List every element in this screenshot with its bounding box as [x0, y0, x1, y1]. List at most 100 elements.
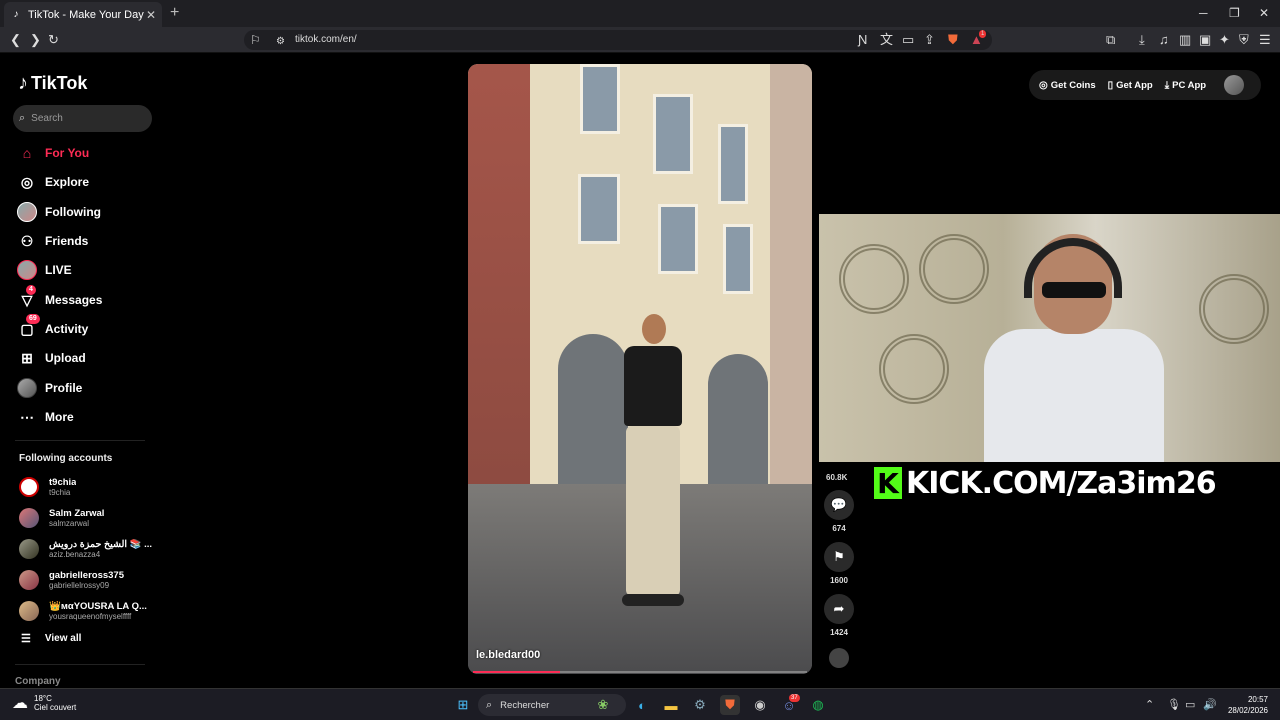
video-scene-door [708, 354, 768, 484]
translate-icon[interactable]: 文 [880, 32, 893, 48]
obs-icon[interactable]: ◉ [750, 695, 770, 715]
weather-widget[interactable]: ☁ 18°C Ciel couvert [12, 693, 76, 713]
tiktok-favicon-icon: ♪ [13, 9, 19, 20]
reload-icon[interactable]: ↻ [48, 32, 59, 48]
nav-upload[interactable]: ⊞ Upload [17, 347, 157, 369]
video-scene-building [770, 64, 812, 504]
translate-off-icon[interactable]: Ɲ [858, 32, 867, 48]
plus-square-icon: ⊞ [21, 349, 33, 366]
new-tab-icon[interactable]: + [170, 4, 179, 22]
divider [15, 440, 145, 441]
top-actions-bar: ◎ Get Coins ▯ Get App ⤓ PC App [1029, 70, 1261, 100]
leo-ai-icon[interactable]: ✦ [1219, 32, 1230, 48]
list-icon: ☰ [21, 633, 31, 645]
pip-icon[interactable]: ⧉ [1106, 32, 1115, 48]
maximize-icon[interactable]: ❐ [1229, 6, 1240, 20]
nav-label: Activity [45, 322, 89, 336]
kick-banner: K KICK.COM/Za3im26 [874, 465, 1217, 501]
account-item[interactable]: الشيخ حمزة درويش 📚 ... aziz.benazza4 [19, 536, 154, 562]
nav-friends[interactable]: ⚇ Friends [17, 230, 157, 252]
browser-tab[interactable]: ♪ TikTok - Make Your Day ✕ [4, 2, 162, 27]
steam-icon[interactable]: ⚙ [690, 695, 710, 715]
file-explorer-icon[interactable]: ▬ [661, 695, 681, 715]
bookmark-icon[interactable]: ⚐ [250, 32, 261, 48]
video-progress-bar[interactable] [473, 671, 807, 673]
menu-icon[interactable]: ☰ [1259, 32, 1271, 48]
comment-button[interactable]: 💬 674 [822, 490, 856, 533]
back-icon[interactable]: ❮ [10, 32, 21, 48]
nav-more[interactable]: ⋯ More [17, 406, 157, 428]
close-window-icon[interactable]: ✕ [1259, 6, 1269, 20]
download-icon: ⤓ [1164, 79, 1170, 91]
volume-icon[interactable]: 🔊 [1203, 698, 1217, 711]
nav-label: Upload [45, 351, 86, 365]
user-avatar[interactable] [1224, 75, 1245, 95]
nav-for-you[interactable]: ⌂ For You [17, 142, 157, 164]
brave-icon[interactable]: ⛊ [720, 695, 740, 715]
widgets-icon[interactable]: ❀ [593, 695, 613, 715]
company-link[interactable]: Company [15, 676, 61, 687]
save-button[interactable]: ⚑ 1600 [822, 542, 856, 585]
profile-avatar-icon [17, 378, 37, 398]
like-count: 60.8K [826, 473, 848, 482]
search-icon: ⌕ [486, 698, 493, 711]
nav-following[interactable]: Following [17, 201, 157, 223]
video-player[interactable] [468, 64, 812, 674]
account-item[interactable]: Salm Zarwal salmzarwal [19, 505, 154, 531]
account-name: gabrielleross375 [49, 570, 124, 581]
save-count: 1600 [830, 576, 848, 585]
nav-live[interactable]: LIVE [17, 259, 157, 281]
account-item[interactable]: 👑мαYOUSRA LA Q... yousraqueenofmyselffff [19, 598, 154, 624]
account-item[interactable]: gabrielleross375 gabriellelrossy09 [19, 567, 154, 593]
get-app-button[interactable]: ▯ Get App [1108, 80, 1153, 91]
minimize-icon[interactable]: ─ [1199, 6, 1208, 20]
share-icon[interactable]: ⇪ [924, 32, 935, 48]
view-all-link[interactable]: ☰ View all [21, 632, 81, 645]
nav-profile[interactable]: Profile [17, 377, 157, 399]
search-input[interactable]: ⌕ Search [13, 105, 152, 132]
sound-disc-button[interactable] [822, 648, 856, 668]
friends-icon: ⚇ [20, 232, 34, 249]
tray-overflow-icon[interactable]: ⌃ [1145, 698, 1154, 711]
streamer [984, 234, 1164, 462]
vpn-icon[interactable]: ⛨ [1239, 32, 1249, 48]
video-author[interactable]: le.bledard00 [476, 649, 540, 661]
send-icon: ▽ 4 [17, 285, 37, 310]
get-coins-button[interactable]: ◎ Get Coins [1039, 80, 1096, 91]
site-info-icon[interactable]: ⚙ [276, 34, 285, 50]
forward-icon[interactable]: ❯ [30, 32, 41, 48]
share-button[interactable]: ➦ 1424 [822, 594, 856, 637]
kick-logo-icon: K [874, 467, 902, 500]
spotify-icon[interactable]: ◍ [808, 695, 828, 715]
brave-shield-icon[interactable]: ⛊ [948, 32, 958, 48]
activity-badge: 69 [26, 314, 40, 324]
date: 28/02/2026 [1227, 706, 1268, 715]
url-text[interactable]: tiktok.com/en/ [295, 34, 357, 45]
discord-badge: 37 [789, 694, 800, 702]
wallet-icon[interactable]: ▣ [1199, 32, 1211, 48]
account-item[interactable]: t9chia t9chia [19, 474, 154, 500]
temperature: 18°C [34, 694, 52, 703]
download-icon[interactable]: ⤓ [1139, 32, 1145, 48]
nav-explore[interactable]: ◎ Explore [17, 171, 157, 193]
webcam-overlay [819, 214, 1280, 462]
network-icon[interactable]: ▭ [1185, 698, 1195, 711]
video-scene-window [578, 174, 620, 244]
reader-icon[interactable]: ▭ [902, 32, 914, 48]
sidebar-toggle-icon[interactable]: ▥ [1179, 32, 1191, 48]
tiktok-logo[interactable]: ♪ TikTok [18, 72, 87, 95]
nav-activity[interactable]: ▢ 69 Activity [17, 314, 157, 340]
nav-label: Profile [45, 381, 83, 395]
start-icon[interactable]: ⊞ [453, 695, 473, 715]
pc-app-button[interactable]: ⤓ PC App [1165, 80, 1206, 91]
get-coins-label: Get Coins [1050, 79, 1096, 91]
music-icon[interactable]: ♫ [1159, 32, 1169, 48]
comment-count: 674 [832, 524, 846, 533]
microphone-icon[interactable]: 🎙 [1167, 698, 1181, 711]
clock[interactable]: 20:57 28/02/2026 [1226, 694, 1268, 716]
account-handle: yousraqueenofmyselffff [49, 612, 132, 621]
nav-messages[interactable]: ▽ 4 Messages [17, 285, 157, 311]
video-progress-fill [473, 671, 560, 673]
edge-icon[interactable]: ◐ [632, 695, 652, 715]
close-tab-icon[interactable]: ✕ [146, 8, 156, 22]
